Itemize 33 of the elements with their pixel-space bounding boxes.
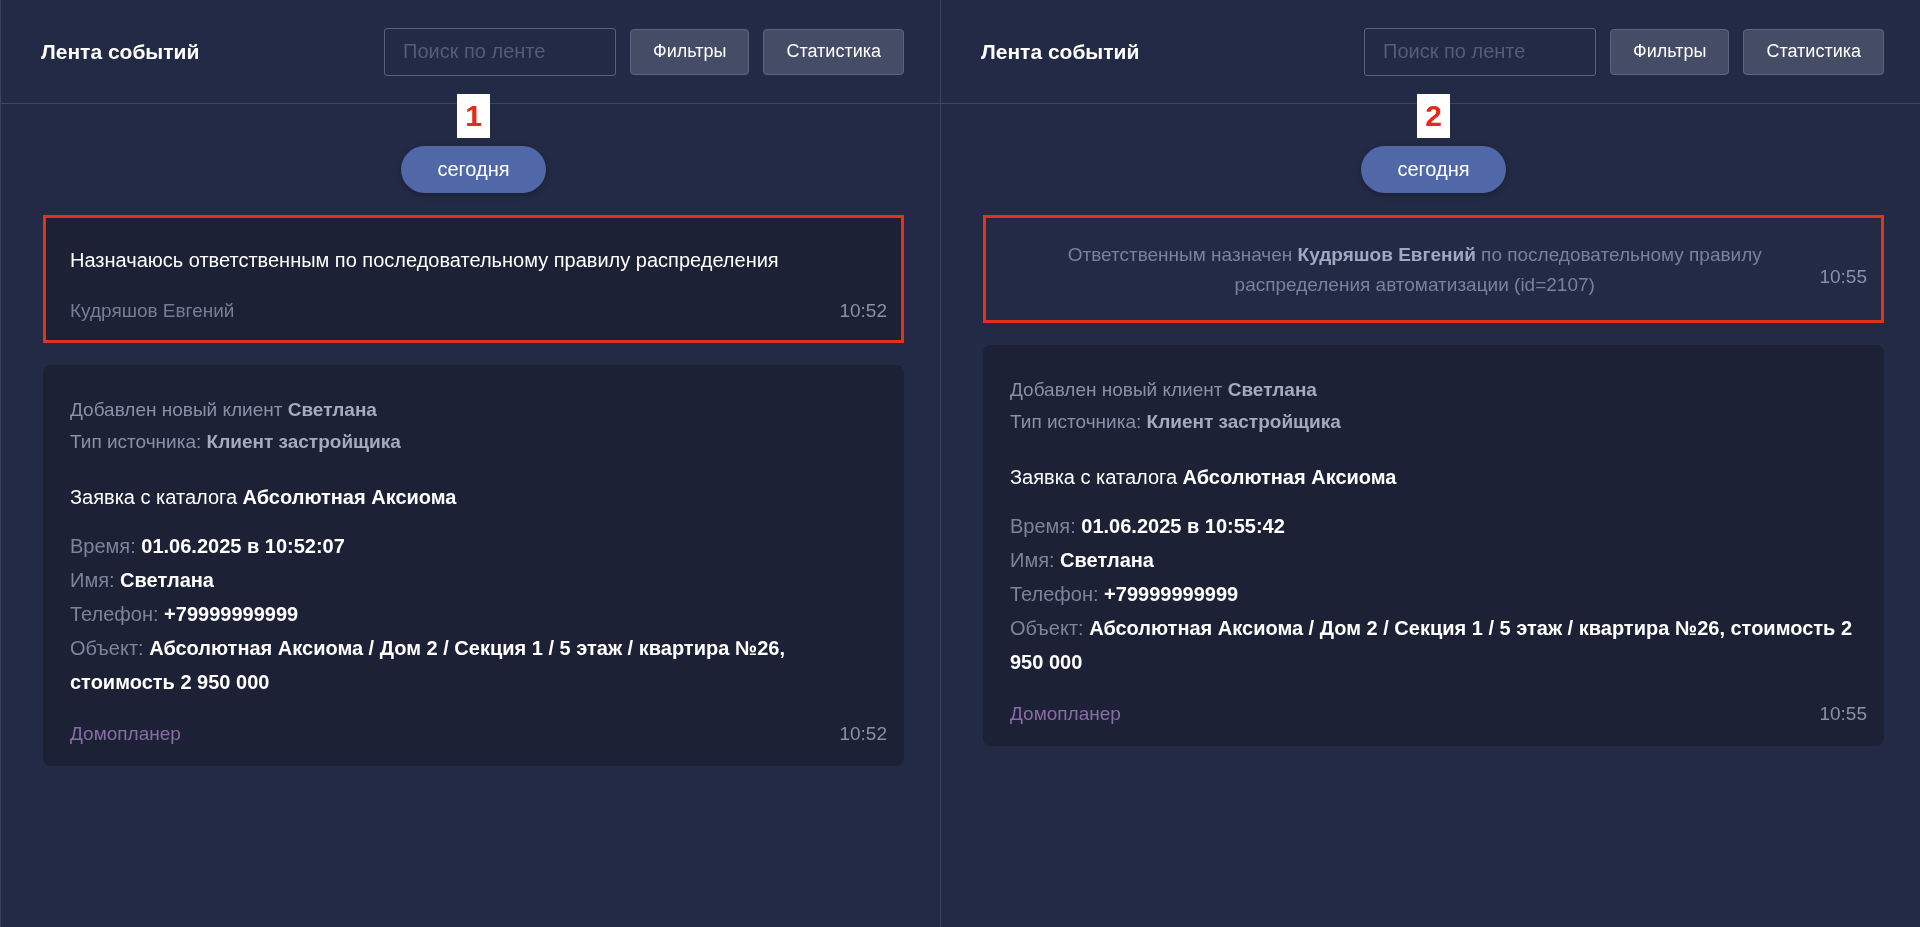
event-time: 10:55 bbox=[1819, 266, 1867, 288]
field-line: Имя: Светлана bbox=[1010, 548, 1155, 573]
feed-title: Лента событий bbox=[981, 39, 1140, 64]
field-line: Время: 01.06.2025 в 10:52:07 bbox=[70, 534, 346, 559]
summary-line: Добавлен новый клиент Светлана bbox=[70, 398, 378, 422]
event-time: 10:52 bbox=[839, 300, 887, 322]
request-heading: Заявка с каталога Абсолютная Аксиома bbox=[1010, 466, 1398, 489]
author-name: Кудряшов Евгений bbox=[70, 300, 235, 322]
date-label: сегодня bbox=[1361, 146, 1506, 193]
statistics-button[interactable]: Статистика bbox=[1743, 28, 1884, 75]
request-heading: Заявка с каталога Абсолютная Аксиома bbox=[70, 486, 458, 509]
source-name: Домопланер bbox=[1010, 703, 1121, 725]
date-label: сегодня bbox=[401, 146, 546, 193]
filters-button[interactable]: Фильтры bbox=[1610, 28, 1730, 75]
summary-line: Тип источника: Клиент застройщика bbox=[1010, 410, 1342, 434]
summary-line: Добавлен новый клиент Светлана bbox=[1010, 378, 1318, 402]
event-time: 10:55 bbox=[1819, 703, 1867, 725]
field-line: Время: 01.06.2025 в 10:55:42 bbox=[1010, 514, 1286, 539]
annotation-number: 1 bbox=[457, 94, 490, 138]
field-line: Телефон: +79999999999 bbox=[1010, 582, 1240, 607]
event-time: 10:52 bbox=[839, 723, 887, 745]
feed-title: Лента событий bbox=[41, 39, 200, 64]
statistics-button[interactable]: Статистика bbox=[763, 28, 904, 75]
source-name: Домопланер bbox=[70, 723, 181, 745]
field-line: Телефон: +79999999999 bbox=[70, 602, 300, 627]
field-line: Объект: Абсолютная Аксиома / Дом 2 / Секция 1 / 5 этаж / квартира №26, стоимость 2 950 000 bbox=[70, 636, 786, 695]
summary-line: Тип источника: Клиент застройщика bbox=[70, 430, 402, 454]
field-line: Имя: Светлана bbox=[70, 568, 215, 593]
event-text: Назначаюсь ответственным по последовательному правилу распределения bbox=[70, 248, 780, 273]
event-text: Ответственным назначен Кудряшов Евгений по последовательному правилу распределения автоматизации (id=2107) bbox=[1066, 243, 1763, 297]
annotation-number: 2 bbox=[1417, 94, 1450, 138]
field-line: Объект: Абсолютная Аксиома / Дом 2 / Секция 1 / 5 этаж / квартира №26, стоимость 2 950 000 bbox=[1010, 616, 1854, 675]
filters-button[interactable]: Фильтры bbox=[630, 28, 750, 75]
